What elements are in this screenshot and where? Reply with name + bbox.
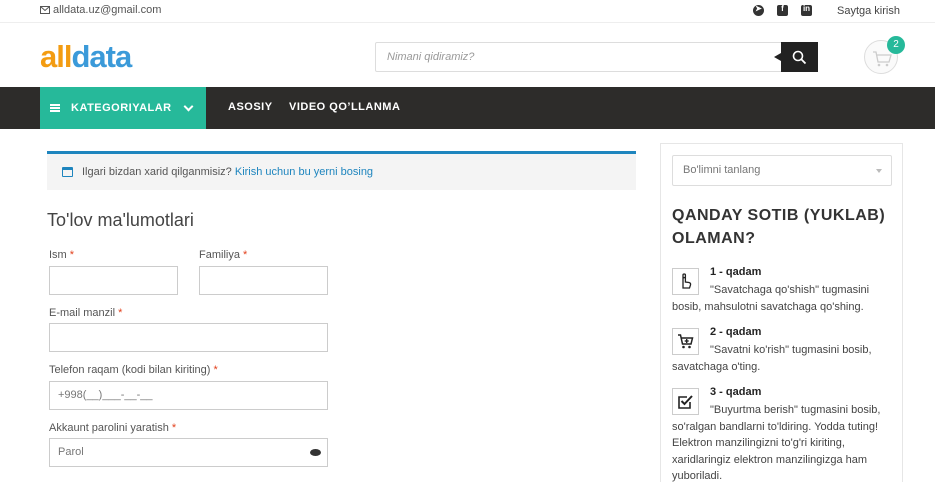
phone-label-text: Telefon raqam (kodi bilan kiriting) — [49, 364, 211, 376]
required-mark: * — [118, 307, 123, 319]
last-name-field[interactable] — [199, 266, 328, 295]
last-name-label-text: Familiya — [199, 249, 240, 261]
step-description: "Savatchaga qo'shish" tugmasini bosib, m… — [672, 284, 870, 313]
billing-title: To'lov ma'lumotlari — [47, 210, 194, 230]
categories-button[interactable]: KATEGORIYALAR — [40, 87, 206, 129]
menu-icon — [50, 104, 60, 112]
email-label: E-mail manzil * — [49, 307, 122, 319]
cart-count-badge: 2 — [887, 36, 905, 54]
eye-icon[interactable] — [310, 449, 321, 456]
section-select[interactable]: Bo'limni tanlang — [672, 155, 892, 186]
social-links: ➤ f in — [753, 4, 812, 16]
how-to-buy-title: QANDAY SOTIB (YUKLAB) OLAMAN? — [672, 207, 886, 247]
nav-link-home[interactable]: ASOSIY — [228, 101, 273, 113]
password-label: Akkaunt parolini yaratish * — [49, 422, 176, 434]
site-logo[interactable]: alldata — [40, 39, 132, 74]
chevron-down-icon — [183, 101, 194, 112]
step-title: 3 - qadam — [710, 386, 762, 398]
envelope-icon — [40, 6, 50, 14]
logo-part-all: all — [40, 39, 72, 74]
password-placeholder: Parol — [58, 446, 84, 458]
main-nav: KATEGORIYALAR ASOSIY VIDEO QO’LLANMA — [0, 87, 935, 129]
cart-button[interactable]: 2 — [864, 36, 905, 74]
first-name-label: Ism * — [49, 249, 74, 261]
dropdown-arrow-icon — [876, 169, 882, 173]
email-label-text: E-mail manzil — [49, 307, 116, 319]
facebook-icon[interactable]: f — [777, 4, 788, 16]
step-description: "Savatni ko'rish" tugmasini bosib, savat… — [672, 344, 872, 373]
window-icon — [62, 167, 73, 177]
search-bar — [375, 42, 818, 72]
required-mark: * — [213, 364, 218, 376]
required-mark: * — [69, 249, 75, 261]
step-description: "Buyurtma berish" tugmasini bosib, so'ra… — [672, 404, 881, 482]
email-text: alldata.uz@gmail.com — [53, 4, 162, 16]
step-title: 2 - qadam — [710, 326, 762, 338]
section-select-value: Bo'limni tanlang — [683, 164, 761, 176]
logo-part-data: data — [71, 39, 132, 74]
last-name-label: Familiya * — [199, 249, 247, 261]
phone-label: Telefon raqam (kodi bilan kiriting) * — [49, 364, 218, 376]
notice-text-wrap: Ilgari bizdan xarid qilganmisiz? Kirish … — [82, 166, 373, 178]
categories-label: KATEGORIYALAR — [71, 102, 172, 114]
login-link[interactable]: Saytga kirish — [837, 5, 900, 17]
phone-field[interactable]: +998(__)___-__-__ — [49, 381, 328, 410]
nav-link-video-guide[interactable]: VIDEO QO’LLANMA — [289, 101, 400, 113]
password-field[interactable]: Parol — [49, 438, 328, 467]
telegram-icon[interactable]: ➤ — [753, 4, 764, 16]
header: alldata 2 — [0, 23, 935, 87]
returning-customer-notice: Ilgari bizdan xarid qilganmisiz? Kirish … — [47, 151, 636, 190]
linkedin-icon[interactable]: in — [801, 4, 812, 16]
login-toggle-link[interactable]: Kirish uchun bu yerni bosing — [235, 166, 373, 178]
top-bar: alldata.uz@gmail.com ➤ f in Saytga kiris… — [0, 0, 935, 23]
required-mark: * — [243, 249, 248, 261]
search-input[interactable] — [376, 43, 781, 71]
first-name-label-text: Ism — [49, 249, 67, 261]
first-name-field[interactable] — [49, 266, 178, 295]
search-button[interactable] — [774, 42, 818, 72]
step-title: 1 - qadam — [710, 266, 762, 278]
search-icon — [792, 50, 807, 64]
sidebar: Bo'limni tanlang QANDAY SOTIB (YUKLAB) O… — [660, 143, 903, 482]
required-mark: * — [171, 422, 177, 434]
email-field[interactable] — [49, 323, 328, 352]
email-contact[interactable]: alldata.uz@gmail.com — [40, 4, 161, 16]
password-label-text: Akkaunt parolini yaratish — [49, 422, 169, 434]
notice-text: Ilgari bizdan xarid qilganmisiz? — [82, 166, 232, 178]
